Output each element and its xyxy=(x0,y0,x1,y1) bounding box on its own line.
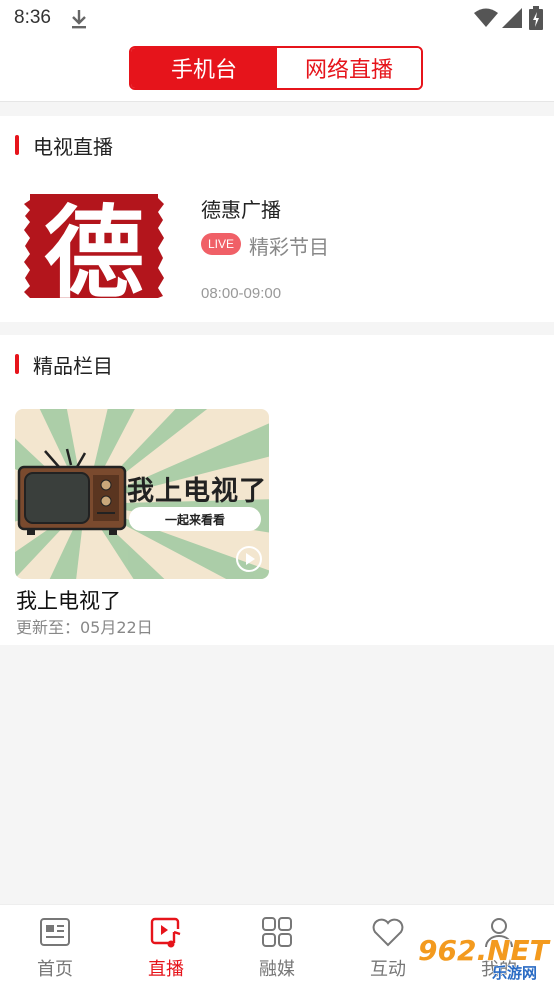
channel-item[interactable]: 德 德惠广播 LIVE 精彩节目 08:00-09:00 xyxy=(0,182,554,312)
section-title: 电视直播 xyxy=(33,134,113,159)
grid-icon xyxy=(262,917,292,947)
channel-logo: 德 xyxy=(16,192,172,302)
program-update-date: 更新至：05月22日 xyxy=(16,618,153,637)
channel-type-switch: 手机台 网络直播 xyxy=(129,46,423,90)
program-title: 我上电视了 xyxy=(16,589,121,613)
nav-media[interactable]: 融媒 xyxy=(237,905,317,984)
wifi-icon xyxy=(474,8,498,27)
section-accent-bar xyxy=(15,135,19,155)
status-time: 8:36 xyxy=(14,7,51,28)
channel-name: 德惠广播 xyxy=(201,198,281,222)
tv-live-section: 电视直播 德 德惠广播 LIVE 精彩节目 08:00-09:00 xyxy=(0,116,554,322)
nav-label: 融媒 xyxy=(259,959,295,980)
nav-live[interactable]: 直播 xyxy=(126,905,206,984)
current-program: 精彩节目 xyxy=(249,235,329,259)
channel-logo-text: 德 xyxy=(44,194,144,302)
play-icon xyxy=(236,546,262,572)
thumbnail-title: 我上电视了 xyxy=(127,476,267,507)
tab-web-live[interactable]: 网络直播 xyxy=(277,48,421,88)
status-bar: 8:36 xyxy=(0,0,554,38)
live-video-icon xyxy=(150,917,181,948)
watermark-subtext: 乐游网 xyxy=(492,964,537,982)
top-header: 手机台 网络直播 xyxy=(0,38,554,102)
nav-label: 直播 xyxy=(148,959,184,980)
watermark-logo: 962.NET 乐游网 xyxy=(417,933,551,982)
tab-mobile-station[interactable]: 手机台 xyxy=(131,48,277,88)
signal-icon xyxy=(502,8,522,28)
download-icon xyxy=(72,10,86,29)
nav-label: 首页 xyxy=(37,959,73,980)
heart-icon xyxy=(372,918,404,947)
news-icon xyxy=(40,918,70,946)
featured-programs-section: 精品栏目 我上电视了 一起来看看 我上电视了 更新至：05月22日 xyxy=(0,335,554,645)
program-thumbnail: 我上电视了 一起来看看 xyxy=(15,409,269,579)
section-header: 电视直播 xyxy=(0,132,113,159)
live-badge: LIVE xyxy=(201,233,241,255)
battery-icon xyxy=(529,6,543,30)
section-header: 精品栏目 xyxy=(0,351,113,378)
program-card[interactable]: 我上电视了 一起来看看 我上电视了 更新至：05月22日 xyxy=(15,409,271,639)
thumbnail-subtitle: 一起来看看 xyxy=(129,507,261,531)
section-title: 精品栏目 xyxy=(33,353,113,378)
program-time: 08:00-09:00 xyxy=(201,285,282,302)
watermark-text: 962.NET xyxy=(418,934,551,967)
section-accent-bar xyxy=(15,354,19,374)
nav-home[interactable]: 首页 xyxy=(15,905,95,984)
